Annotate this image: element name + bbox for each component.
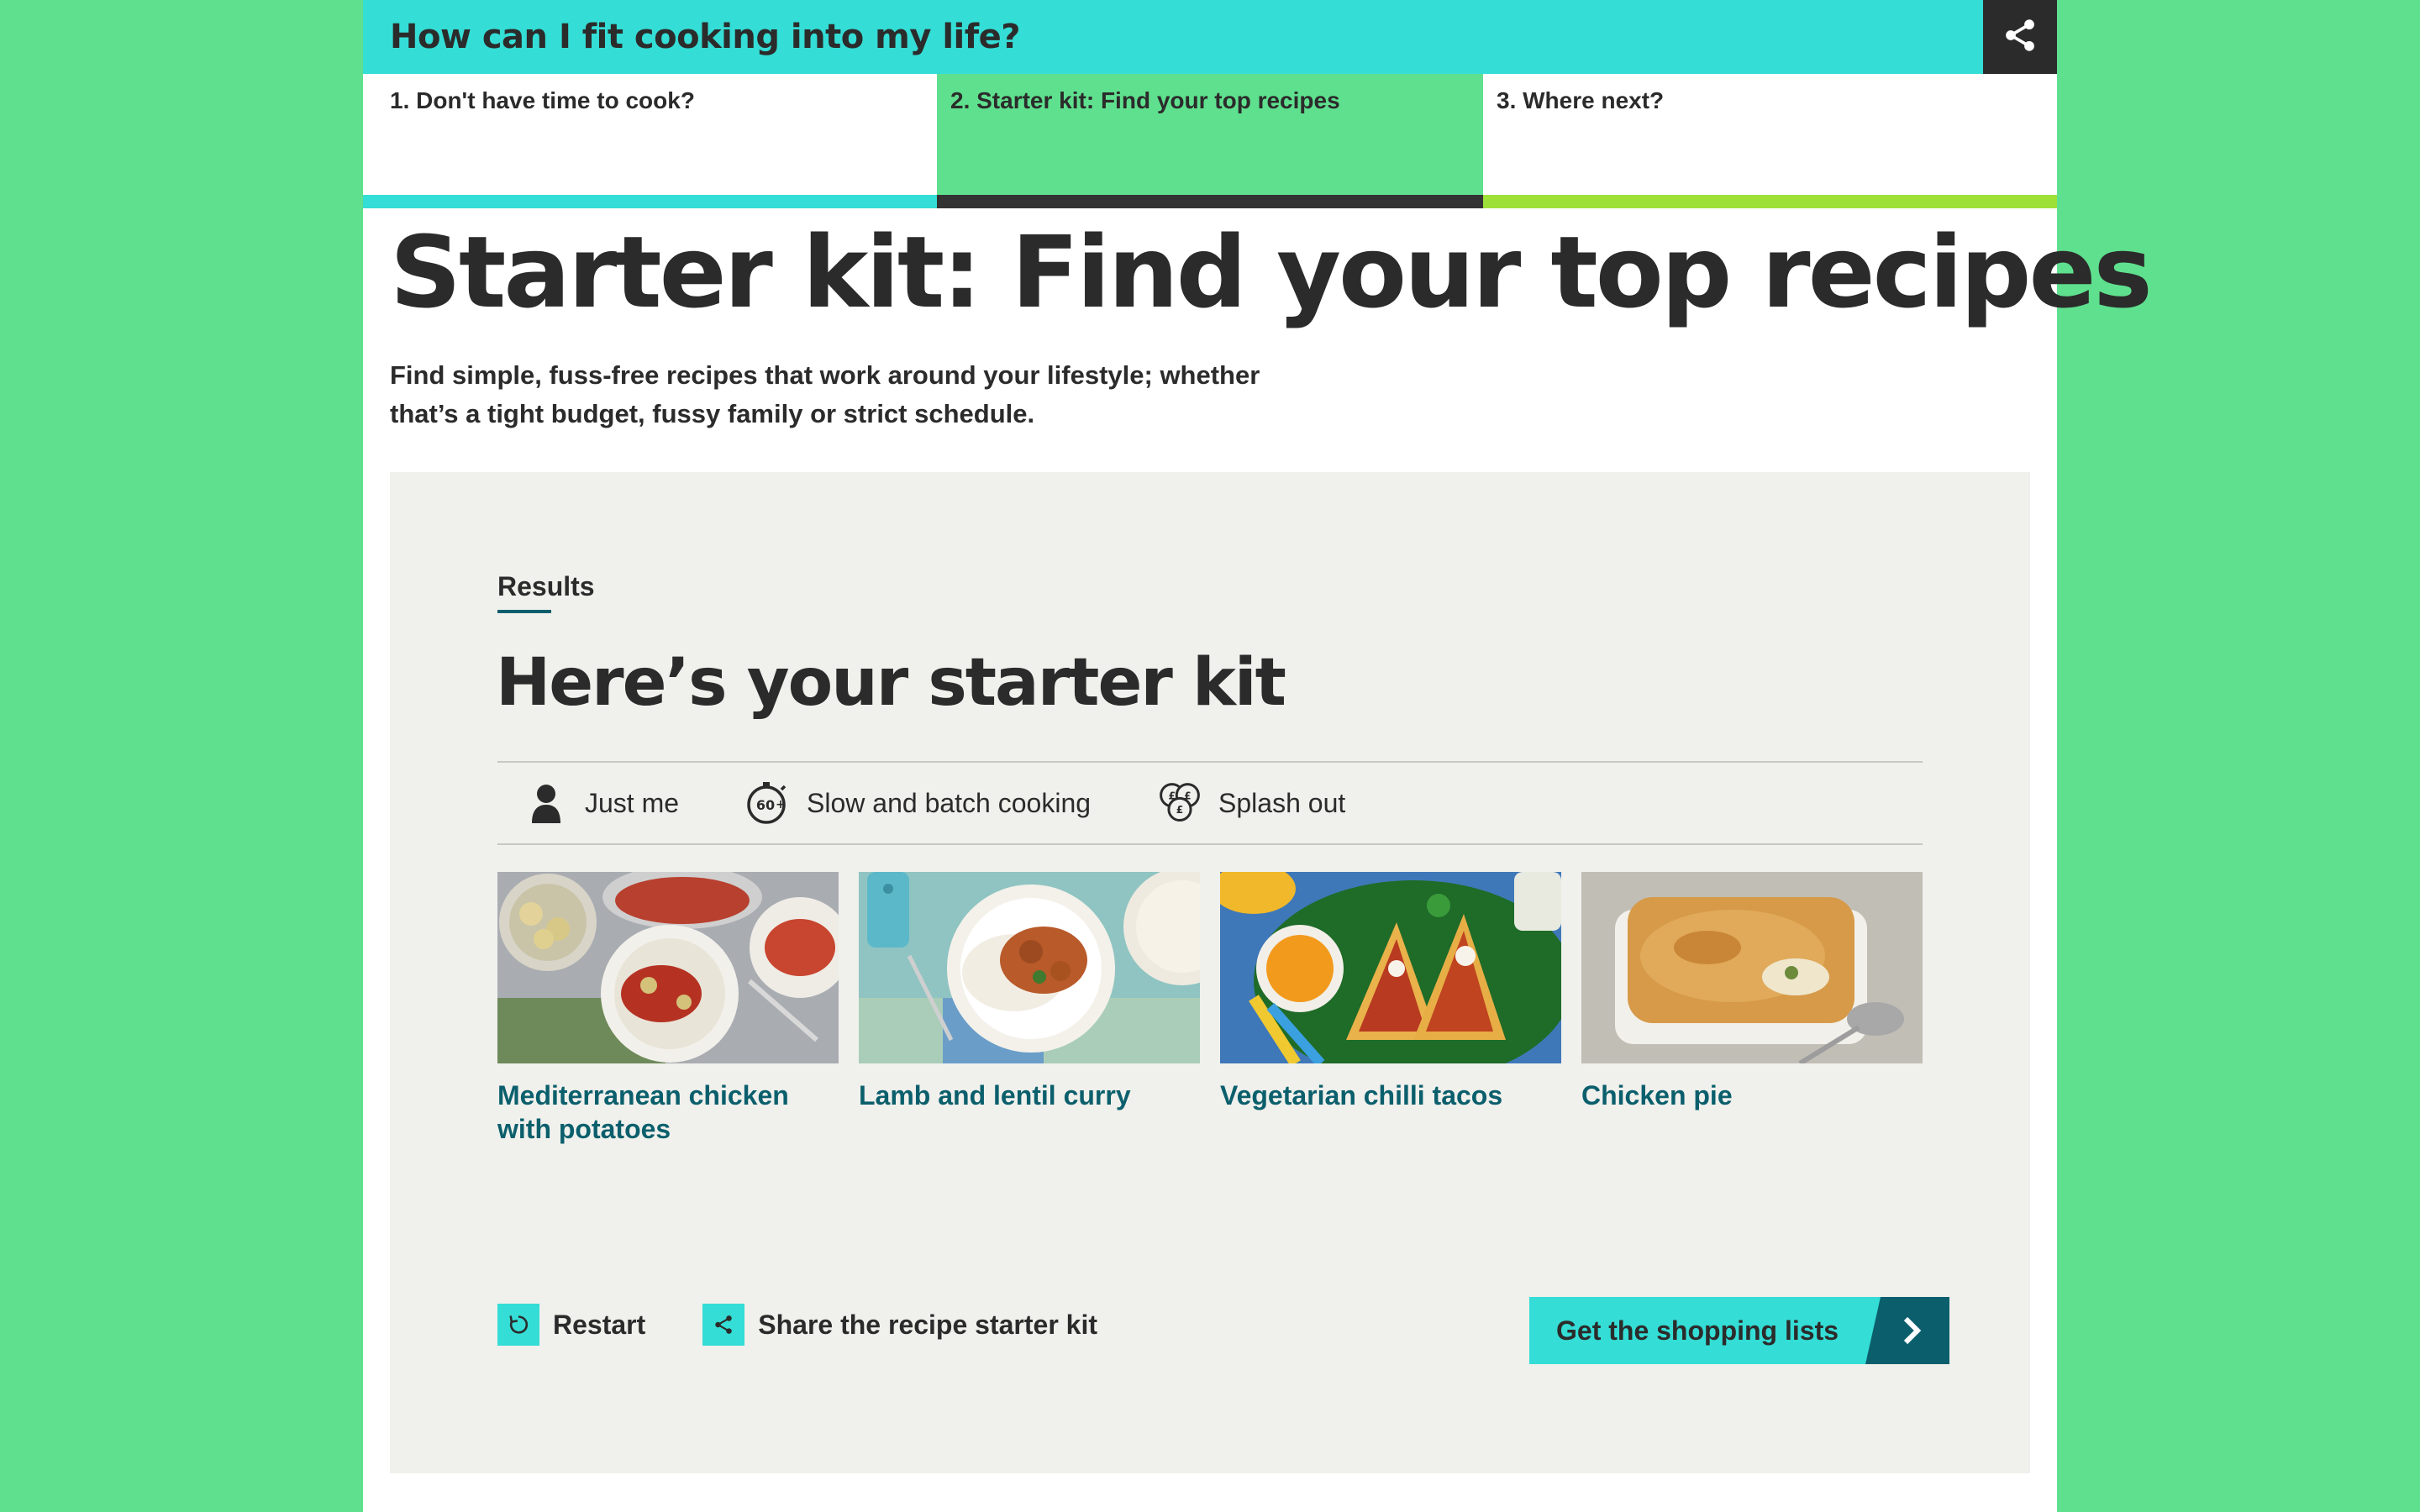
results-underline [497, 610, 551, 613]
header-title: How can I fit cooking into my life? [390, 18, 1020, 56]
tab-indicator [937, 195, 1483, 208]
recipe-title-link[interactable]: Lamb and lentil curry [859, 1079, 1200, 1112]
recipe-image[interactable] [859, 872, 1200, 1063]
filter-label: Splash out [1218, 787, 1346, 818]
tab-label: 2. Starter kit: Find your top recipes [950, 87, 1340, 113]
filter-household: Just me [523, 780, 679, 827]
share-icon [2002, 17, 2039, 58]
share-kit-button[interactable]: Share the recipe starter kit [702, 1304, 1097, 1346]
recipe-card[interactable]: Lamb and lentil curry [859, 872, 1200, 1146]
chevron-right-icon [1865, 1297, 1949, 1364]
tab-step-2[interactable]: 2. Starter kit: Find your top recipes [937, 74, 1483, 208]
recipe-title-link[interactable]: Mediterranean chicken with potatoes [497, 1079, 839, 1146]
shopping-lists-label: Get the shopping lists [1556, 1315, 1839, 1346]
filter-cooking-style: 60 + Slow and batch cooking [744, 780, 1091, 827]
results-label: Results [497, 571, 595, 601]
selected-filters: Just me 60 + Slow and batch cooking £ £ … [497, 761, 1923, 845]
page-title: Starter kit: Find your top recipes [390, 214, 2153, 330]
results-panel: Results Here’s your starter kit Just me [390, 472, 2030, 1473]
filter-label: Just me [585, 787, 680, 818]
share-icon [702, 1304, 745, 1346]
recipe-card[interactable]: Mediterranean chicken with potatoes [497, 872, 839, 1146]
recipe-card[interactable]: Vegetarian chilli tacos [1220, 872, 1561, 1146]
svg-text:£: £ [1176, 804, 1183, 816]
svg-text:60: 60 [756, 797, 775, 813]
shopping-lists-button[interactable]: Get the shopping lists [1529, 1297, 1949, 1364]
recipe-title-link[interactable]: Chicken pie [1581, 1079, 1923, 1112]
recipe-title-link[interactable]: Vegetarian chilli tacos [1220, 1079, 1561, 1112]
filter-label: Slow and batch cooking [807, 787, 1092, 818]
restart-label: Restart [553, 1309, 646, 1340]
share-kit-label: Share the recipe starter kit [758, 1309, 1097, 1340]
page: How can I fit cooking into my life? 1. D… [363, 0, 2153, 1512]
recipe-image[interactable] [1220, 872, 1561, 1063]
timer-60-icon: 60 + [744, 780, 792, 827]
share-button[interactable] [1983, 0, 2057, 74]
step-tabs: 1. Don't have time to cook? 2. Starter k… [363, 74, 2057, 208]
tab-label: 1. Don't have time to cook? [390, 87, 695, 113]
recipe-image[interactable] [497, 872, 839, 1063]
tab-step-1[interactable]: 1. Don't have time to cook? [363, 74, 937, 208]
starter-kit-title: Here’s your starter kit [496, 645, 1286, 721]
tab-step-3[interactable]: 3. Where next? [1483, 74, 2057, 208]
tab-label: 3. Where next? [1497, 87, 1665, 113]
restart-icon [497, 1304, 539, 1346]
recipe-card[interactable]: Chicken pie [1581, 872, 1923, 1146]
svg-text:£: £ [1184, 790, 1191, 801]
coins-icon: £ £ £ [1156, 780, 1203, 827]
top-header: How can I fit cooking into my life? [363, 0, 2057, 74]
recipe-image[interactable] [1581, 872, 1923, 1063]
svg-text:£: £ [1168, 790, 1175, 801]
person-icon [523, 780, 570, 827]
restart-button[interactable]: Restart [497, 1304, 645, 1346]
tab-indicator [363, 195, 937, 208]
result-actions: Restart Share the recipe starter kit [497, 1304, 1155, 1346]
recipe-list: Mediterranean chicken with potatoes Lamb… [497, 872, 1923, 1146]
svg-text:+: + [776, 798, 786, 811]
filter-budget: £ £ £ Splash out [1156, 780, 1345, 827]
tab-indicator [1483, 195, 2057, 208]
page-intro: Find simple, fuss-free recipes that work… [390, 360, 1260, 428]
